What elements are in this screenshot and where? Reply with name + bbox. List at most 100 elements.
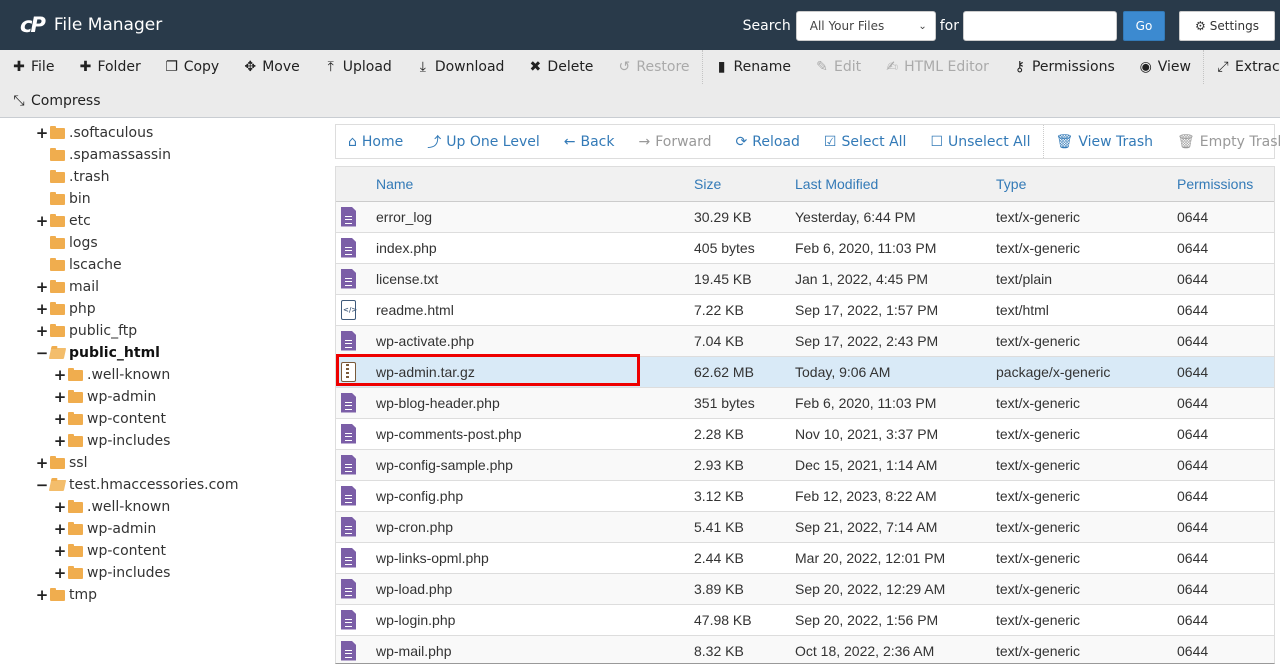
toolbar-delete-button[interactable]: ✖ Delete [516,50,605,84]
nav-home-button[interactable]: ⌂ Home [336,125,415,158]
tree-item-php[interactable]: + php [36,298,96,320]
table-row[interactable]: error_log 30.29 KB Yesterday, 6:44 PM text/… [336,201,1274,232]
file-name[interactable]: wp-admin.tar.gz [376,356,694,387]
column-header-permissions[interactable]: Permissions [1177,167,1274,201]
toolbar-edit-button[interactable]: ✎ Edit [803,50,873,84]
nav-view-trash-button[interactable]: 🗑 View Trash [1044,125,1165,158]
file-name[interactable]: wp-config.php [376,480,694,511]
file-name[interactable]: wp-activate.php [376,325,694,356]
expand-icon[interactable]: + [54,564,67,582]
tree-item-tmp[interactable]: + tmp [36,584,97,606]
tree-item-wp-content[interactable]: + wp-content [54,408,166,430]
table-row[interactable]: wp-mail.php 8.32 KB Oct 18, 2022, 2:36 AM t… [336,635,1274,663]
nav-forward-button[interactable]: → Forward [626,125,723,158]
file-name[interactable]: index.php [376,232,694,263]
file-name[interactable]: error_log [376,201,694,232]
toolbar-file-button[interactable]: ✚ File [0,50,66,84]
go-button[interactable]: Go [1123,11,1165,41]
settings-button[interactable]: ⚙ Settings [1179,11,1275,41]
file-name[interactable]: license.txt [376,263,694,294]
table-row[interactable]: index.php 405 bytes Feb 6, 2020, 11:03 PM t… [336,232,1274,263]
tree-item-spamassassin[interactable]: .spamassassin [36,144,171,166]
expand-icon[interactable]: + [36,454,49,472]
nav-up-one-level-button[interactable]: ⤴ Up One Level [415,125,552,158]
column-header-name[interactable]: Name [376,167,694,201]
tree-item-wp-admin[interactable]: + wp-admin [54,518,157,540]
expand-icon[interactable]: + [36,278,49,296]
expand-icon[interactable]: + [54,410,67,428]
file-name[interactable]: wp-links-opml.php [376,542,694,573]
file-name[interactable]: readme.html [376,294,694,325]
nav-back-button[interactable]: ← Back [552,125,627,158]
table-row[interactable]: wp-activate.php 7.04 KB Sep 17, 2022, 2:43… [336,325,1274,356]
toolbar-restore-button[interactable]: ↺ Restore [605,50,701,84]
expand-icon[interactable]: + [54,520,67,538]
tree-item-bin[interactable]: bin [36,188,91,210]
table-row[interactable]: wp-links-opml.php 2.44 KB Mar 20, 2022, 12… [336,542,1274,573]
table-row[interactable]: readme.html7.22 KB Sep 17, 2022, 1:57 PM t… [336,294,1274,325]
expand-icon[interactable]: + [54,388,67,406]
toolbar-copy-button[interactable]: ❐ Copy [153,50,232,84]
file-name[interactable]: wp-mail.php [376,635,694,663]
column-header-type[interactable]: Type [996,167,1177,201]
nav-unselect-all-button[interactable]: ☐ Unselect All [918,125,1042,158]
expand-icon[interactable]: + [54,542,67,560]
toolbar-compress-button[interactable]: ⤡ Compress [0,84,113,118]
toolbar-html-editor-button[interactable]: ✍ HTML Editor [873,50,1001,84]
cpanel-logo-icon[interactable]: cP [20,13,46,37]
toolbar-upload-button[interactable]: ⤒ Upload [312,50,404,84]
expand-icon[interactable]: + [54,498,67,516]
tree-item-wp-admin[interactable]: + wp-admin [54,386,157,408]
file-name[interactable]: wp-cron.php [376,511,694,542]
tree-item-wp-content[interactable]: + wp-content [54,540,166,562]
table-row[interactable]: wp-blog-header.php 351 bytes Feb 6, 2020, … [336,387,1274,418]
table-row[interactable]: wp-login.php 47.98 KB Sep 20, 2022, 1:56 P… [336,604,1274,635]
toolbar-rename-button[interactable]: ▮ Rename [703,50,803,84]
collapse-icon[interactable]: − [36,344,49,362]
toolbar-permissions-button[interactable]: ⚷ Permissions [1001,50,1127,84]
tree-item-well-known[interactable]: + .well-known [54,364,171,386]
table-row[interactable]: license.txt 19.45 KB Jan 1, 2022, 4:45 PM t… [336,263,1274,294]
file-name[interactable]: wp-comments-post.php [376,418,694,449]
toolbar-move-button[interactable]: ✥ Move [231,50,312,84]
table-row[interactable]: wp-comments-post.php 2.28 KB Nov 10, 2021,… [336,418,1274,449]
tree-item-public-html[interactable]: − public_html [36,342,160,364]
tree-item-softaculous[interactable]: + .softaculous [36,122,154,144]
toolbar-download-button[interactable]: ⤓ Download [404,50,517,84]
table-row[interactable]: wp-admin.tar.gz 62.62 MB Today, 9:06 AM pac… [336,356,1274,387]
toolbar-extract-button[interactable]: ⤢ Extract [1204,50,1280,84]
file-name[interactable]: wp-config-sample.php [376,449,694,480]
tree-item-lscache[interactable]: lscache [36,254,122,276]
column-header-size[interactable]: Size [694,167,795,201]
table-row[interactable]: wp-config-sample.php 2.93 KB Dec 15, 2021,… [336,449,1274,480]
expand-icon[interactable]: + [54,366,67,384]
nav-select-all-button[interactable]: ☑ Select All [812,125,919,158]
collapse-icon[interactable]: − [36,476,49,494]
tree-item-public-ftp[interactable]: + public_ftp [36,320,137,342]
file-name[interactable]: wp-blog-header.php [376,387,694,418]
nav-reload-button[interactable]: ⟳ Reload [724,125,812,158]
search-input[interactable] [963,11,1117,41]
tree-item-mail[interactable]: + mail [36,276,99,298]
expand-icon[interactable]: + [36,124,49,142]
expand-icon[interactable]: + [36,322,49,340]
tree-item-well-known[interactable]: + .well-known [54,496,171,518]
expand-icon[interactable]: + [54,432,67,450]
search-scope-select[interactable]: All Your Files ⌄ [795,11,936,41]
tree-item-wp-includes[interactable]: + wp-includes [54,430,171,452]
nav-empty-trash-button[interactable]: 🗑 Empty Trash [1165,125,1280,158]
toolbar-folder-button[interactable]: ✚ Folder [66,50,152,84]
tree-item-logs[interactable]: logs [36,232,98,254]
tree-item-trash[interactable]: .trash [36,166,109,188]
table-row[interactable]: wp-cron.php 5.41 KB Sep 21, 2022, 7:14 AM t… [336,511,1274,542]
file-name[interactable]: wp-load.php [376,573,694,604]
tree-item-wp-includes[interactable]: + wp-includes [54,562,171,584]
expand-icon[interactable]: + [36,300,49,318]
tree-item-etc[interactable]: + etc [36,210,91,232]
tree-item-test-hmaccessories-com[interactable]: − test.hmaccessories.com [36,474,239,496]
expand-icon[interactable]: + [36,586,49,604]
table-row[interactable]: wp-load.php 3.89 KB Sep 20, 2022, 12:29 AM… [336,573,1274,604]
expand-icon[interactable]: + [36,212,49,230]
toolbar-view-button[interactable]: ◉ View [1127,50,1203,84]
column-header-last-modified[interactable]: Last Modified [795,167,996,201]
